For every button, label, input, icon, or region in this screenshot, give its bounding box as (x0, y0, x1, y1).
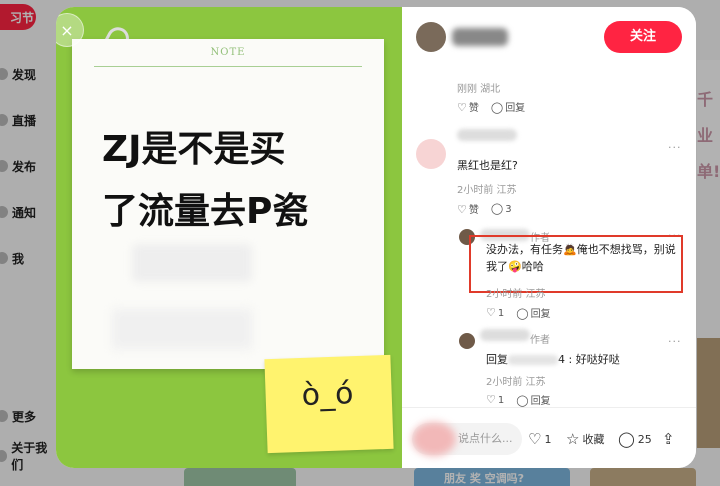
chat-icon: ◯ (618, 430, 635, 448)
comment-button[interactable]: ◯ 25 (618, 430, 652, 448)
comment-actions: ♡ 1 ◯ 回复 (486, 392, 551, 407)
comment-meta: 2小时前 江苏 (486, 377, 546, 388)
avatar[interactable] (416, 139, 446, 169)
blurred-watermark (112, 309, 252, 349)
comment-actions: ♡ 赞 ◯ 3 (457, 201, 512, 216)
like-button[interactable]: ♡ 赞 (457, 99, 479, 114)
chat-icon: ◯ (516, 307, 529, 320)
comment-actions: ♡ 赞 ◯ 回复 (457, 99, 525, 114)
follow-button[interactable]: 关注 (604, 21, 682, 53)
reply-text: 4 : 好哒好哒 (558, 353, 620, 366)
chat-icon: ◯ (516, 394, 529, 407)
like-button[interactable]: ♡ 1 (486, 393, 504, 406)
heart-icon: ♡ (528, 430, 542, 448)
sticky-note: ò_ó (264, 354, 394, 454)
star-icon: ☆ (566, 430, 580, 448)
like-button[interactable]: ♡ 1 (528, 430, 551, 448)
avatar[interactable] (416, 22, 446, 52)
note-side-panel: 关注 刚刚 湖北 ♡ 赞 ◯ 回复 ··· 黑红也是红? 2小时前 江苏 ♡ 赞 ◯ 3… (402, 7, 696, 468)
share-button[interactable]: ⇪ (662, 430, 675, 448)
like-button[interactable]: ♡ 1 (486, 306, 504, 319)
reply-prefix: 回复 (486, 353, 508, 366)
divider (402, 407, 696, 408)
heart-icon: ♡ (486, 306, 496, 319)
comment-meta: 2小时前 江苏 (457, 185, 517, 196)
reply-button[interactable]: ◯ 3 (491, 202, 512, 215)
commenter-name-blurred[interactable] (480, 329, 530, 341)
note-footer: 说点什么... ♡ 1 ☆ 收藏 ◯ 25 ⇪ (402, 417, 696, 461)
note-handwriting: ZJ是不是买 了流量去P瓷 (102, 119, 372, 243)
heart-icon: ♡ (486, 393, 496, 406)
reply-button[interactable]: ◯ 回复 (491, 99, 525, 114)
more-icon[interactable]: ··· (668, 141, 682, 154)
reply-button[interactable]: ◯ 回复 (516, 392, 550, 407)
mention-blurred[interactable] (508, 355, 558, 365)
note-image[interactable]: NOTE ZJ是不是买 了流量去P瓷 ò_ó (56, 7, 402, 468)
note-line-1: ZJ是不是买 (102, 129, 286, 170)
share-icon: ⇪ (662, 430, 675, 448)
comment-text: 黑红也是红? (457, 159, 518, 172)
note-detail-modal: NOTE ZJ是不是买 了流量去P瓷 ò_ó 关注 刚刚 湖北 ♡赞 ◯回复 (56, 7, 696, 468)
avatar[interactable] (459, 333, 475, 349)
note-header: NOTE (210, 47, 246, 58)
author-header: 关注 (402, 7, 696, 67)
more-icon[interactable]: ··· (668, 335, 682, 348)
comment-meta: 刚刚 湖北 (457, 84, 501, 95)
chat-icon: ◯ (490, 101, 504, 114)
comment-actions: ♡ 1 ◯ 回复 (486, 305, 551, 320)
reply-button[interactable]: ◯ 回复 (516, 305, 550, 320)
author-tag: 作者 (530, 335, 550, 346)
commenter-name-blurred[interactable] (457, 129, 517, 141)
author-name-blurred[interactable] (452, 28, 508, 46)
blurred-watermark (132, 244, 252, 282)
comment-text: 回复 4 : 好哒好哒 (486, 351, 620, 368)
like-button[interactable]: ♡ 赞 (457, 201, 479, 216)
close-icon: × (60, 20, 74, 40)
collect-button[interactable]: ☆ 收藏 (566, 430, 604, 448)
heart-icon: ♡ (457, 101, 467, 114)
avatar (412, 422, 456, 456)
comment-list[interactable]: 刚刚 湖北 ♡ 赞 ◯ 回复 ··· 黑红也是红? 2小时前 江苏 ♡ 赞 ◯ 3 作者… (402, 67, 696, 407)
divider (94, 66, 362, 67)
angry-face-icon: ò_ó (301, 376, 354, 413)
heart-icon: ♡ (457, 203, 467, 216)
comment-meta: 2小时前 江苏 (486, 289, 546, 300)
chat-icon: ◯ (490, 202, 504, 215)
note-line-2: 了流量去P瓷 (102, 191, 309, 232)
note-paper: NOTE ZJ是不是买 了流量去P瓷 (72, 39, 384, 369)
